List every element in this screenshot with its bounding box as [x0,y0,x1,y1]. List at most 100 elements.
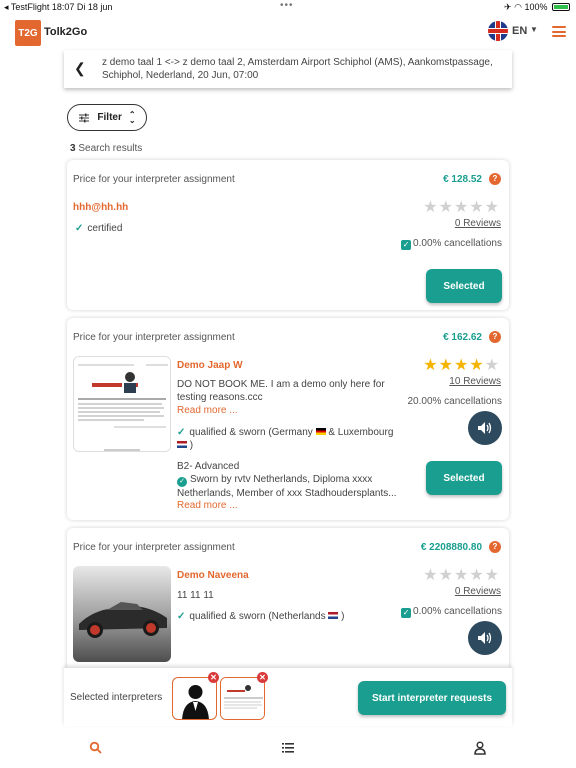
results-number: 3 [70,143,76,154]
star-icon: ★ [453,199,470,216]
interpreter-name[interactable]: Demo Naveena [177,570,249,581]
cancellation-label: 0.00% cancellations [413,606,502,617]
qualification-close: ) [341,611,345,622]
interpreter-card: Price for your interpreter assignment € … [67,318,509,520]
qualification: ✓ qualified & sworn (Germany & Luxembourg… [177,426,417,452]
hamburger-menu-icon[interactable] [552,26,566,37]
wifi-icon: ◠ [514,2,522,12]
list-icon [282,743,294,753]
star-icon: ★ [484,357,500,374]
tab-list[interactable] [280,740,296,756]
results-count: 3 Search results [70,143,142,154]
rating-stars: ★★★★★ [423,358,500,374]
read-more-link[interactable]: Read more ... [177,500,238,511]
rating-stars: ★★★★★ [423,200,500,216]
tab-search[interactable] [88,740,104,756]
results-label: Search results [78,143,143,154]
filter-label: Filter [97,112,122,123]
cancellation-rate: ✓ 0.00% cancellations [401,238,502,250]
verified-badge-icon: ✓ [177,477,187,487]
interpreter-card: Price for your interpreter assignment € … [67,528,509,673]
car-photo-image [73,566,171,662]
remove-interpreter-icon[interactable]: ✕ [208,672,219,683]
germany-flag-icon [315,428,326,435]
interpreter-name[interactable]: Demo Jaap W [177,360,243,371]
selected-interpreter-thumb[interactable] [172,677,217,720]
cancellation-rate: ✓ 0.00% cancellations [401,606,502,618]
app-name: Tolk2Go [44,26,88,38]
search-icon [89,741,102,754]
app-header: T2G Tolk2Go EN ▼ [0,14,576,52]
selected-interpreter-thumb[interactable] [220,677,265,720]
reviews-link[interactable]: 0 Reviews [455,218,501,229]
star-icon: ★ [453,567,470,584]
price-label: Price for your interpreter assignment [73,174,235,185]
star-icon: ★ [453,357,470,374]
document-thumbnail-image [221,678,264,719]
interpreter-name[interactable]: hhh@hh.hh [73,202,128,213]
speaker-icon [478,632,492,644]
price-value: € 2208880.80 [420,542,482,553]
uk-flag-icon[interactable] [488,21,508,41]
selected-button[interactable]: Selected [426,269,502,303]
back-arrow-icon[interactable]: ❮ [74,60,86,77]
reviews-link[interactable]: 0 Reviews [455,586,501,597]
filter-button[interactable]: Filter ⌃ ⌄ [67,104,147,131]
checkbox-icon: ✓ [401,240,412,250]
start-interpreter-requests-button[interactable]: Start interpreter requests [358,681,506,715]
remove-interpreter-icon[interactable]: ✕ [257,672,268,683]
chevron-down-icon[interactable]: ▼ [530,25,538,34]
interpreter-photo[interactable] [73,356,171,452]
battery-percent: 100% [524,2,548,12]
star-icon: ★ [469,567,485,584]
selected-button[interactable]: Selected [426,461,502,495]
price-value: € 128.52 [443,174,482,185]
cancellation-rate: 20.00% cancellations [407,396,502,407]
star-icon: ★ [438,357,454,374]
selected-interpreters-bar: Selected interpreters ✕ ✕ Start interpre… [64,668,512,726]
person-silhouette-icon [182,685,209,719]
interpreter-description: DO NOT BOOK ME. I am a demo only here fo… [177,379,385,403]
tab-profile[interactable] [472,740,488,756]
help-icon[interactable]: ? [489,541,501,553]
read-more-link[interactable]: Read more ... [177,405,238,416]
star-icon: ★ [438,567,454,584]
search-summary: ❮ z demo taal 1 <-> z demo taal 2, Amste… [64,50,512,88]
speaker-icon [478,422,492,434]
selected-interpreters-label: Selected interpreters [70,692,163,703]
price-value: € 162.62 [443,332,482,343]
sort-arrows-icon: ⌃ ⌄ [128,109,136,125]
cancellation-label: 20.00% cancellations [407,396,502,407]
netherlands-flag-icon [328,612,339,619]
checkbox-icon: ✓ [401,608,412,618]
reviews-link[interactable]: 10 Reviews [449,376,501,387]
airplane-icon: ✈ [504,2,512,12]
logo-badge: T2G [15,20,41,46]
luxembourg-flag-icon [177,441,187,448]
star-icon: ★ [438,199,454,216]
interpreter-card: Price for your interpreter assignment € … [67,160,509,310]
sworn-info: ✓ Sworn by rvtv Netherlands, Diploma xxxx… [177,473,407,500]
language-level: B2- Advanced [177,461,240,472]
star-icon: ★ [469,199,485,216]
interpreter-photo[interactable] [73,566,171,662]
help-icon[interactable]: ? [489,331,501,343]
multitask-dots-icon: ••• [280,0,294,11]
star-icon: ★ [423,357,439,374]
audio-play-button[interactable] [468,411,502,445]
interpreter-description: 11 11 11 [177,590,214,601]
qualification-close: ) [189,440,194,451]
audio-play-button[interactable] [468,621,502,655]
certified-label: certified [87,223,123,234]
star-icon: ★ [423,567,439,584]
profile-icon [474,741,486,755]
status-bar: ◂ TestFlight 18:07 Di 18 jun ••• ✈ ◠ 100… [0,0,576,14]
document-thumbnail-image [74,357,170,451]
qualification-text-2: & Luxembourg [328,427,394,438]
language-selector[interactable]: EN [512,25,527,37]
check-icon: ✓ [177,427,186,438]
sworn-text-1: Sworn by rvtv Netherlands, Diploma xxxx [190,474,373,485]
help-icon[interactable]: ? [489,173,501,185]
price-label: Price for your interpreter assignment [73,332,235,343]
cancellation-label: 0.00% cancellations [413,238,502,249]
